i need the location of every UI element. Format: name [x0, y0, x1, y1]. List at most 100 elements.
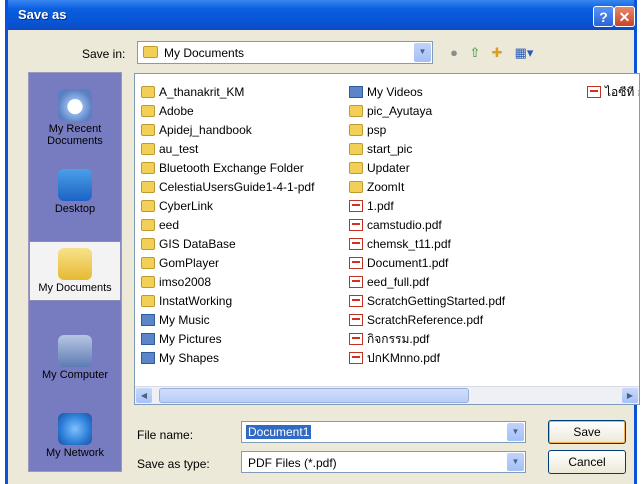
new-folder-icon[interactable]: ✚ [488, 44, 506, 62]
pdf-icon [349, 219, 363, 231]
file-column-1: A_thanakrit_KM Adobe Apidej_handbook au_… [141, 83, 314, 368]
scroll-right-icon[interactable]: ▶ [622, 388, 638, 403]
list-item[interactable]: My Pictures [141, 330, 314, 349]
save-as-dialog: Save as ? ✕ Save in: My Documents ▼ ● ⇧ … [5, 0, 640, 484]
file-name-value: Document1 [246, 425, 312, 439]
folder-icon [143, 46, 158, 58]
list-item[interactable]: กิจกรรม.pdf [349, 330, 505, 349]
file-name: GomPlayer [159, 256, 220, 270]
up-folder-icon[interactable]: ⇧ [466, 44, 484, 62]
list-item[interactable]: ZoomIt [349, 178, 505, 197]
save-as-type-dropdown[interactable]: PDF Files (*.pdf) ▼ [241, 451, 526, 473]
file-name: imso2008 [159, 275, 212, 289]
file-name: ZoomIt [367, 180, 405, 194]
pdf-icon [349, 276, 363, 288]
scroll-left-icon[interactable]: ◀ [136, 388, 152, 403]
pdf-icon [349, 314, 363, 326]
place-desktop[interactable]: Desktop [29, 169, 121, 215]
list-item[interactable]: InstatWorking [141, 292, 314, 311]
list-item[interactable]: psp [349, 121, 505, 140]
save-as-type-label: Save as type: [137, 457, 210, 471]
list-item[interactable]: Document1.pdf [349, 254, 505, 273]
file-name: ScratchReference.pdf [367, 313, 484, 327]
close-icon: ✕ [618, 9, 631, 25]
list-item[interactable]: ScratchGettingStarted.pdf [349, 292, 505, 311]
file-list[interactable]: A_thanakrit_KM Adobe Apidej_handbook au_… [134, 73, 640, 405]
pictures-folder-icon [141, 333, 155, 345]
chevron-down-icon[interactable]: ▼ [507, 453, 524, 471]
list-item[interactable]: eed [141, 216, 314, 235]
folder-icon [141, 143, 155, 155]
place-label: My Recent [48, 123, 102, 135]
folder-icon [141, 295, 155, 307]
place-my-recent-documents[interactable]: My Recent Documents [29, 89, 121, 147]
place-label: Desktop [54, 203, 96, 215]
folder-icon [141, 181, 155, 193]
list-item[interactable]: Apidej_handbook [141, 121, 314, 140]
file-name-label: File name: [137, 428, 194, 442]
cancel-button[interactable]: Cancel [548, 450, 626, 474]
chevron-down-icon[interactable]: ▼ [507, 423, 524, 441]
scroll-thumb[interactable] [159, 388, 469, 403]
list-item[interactable]: ไอซีที กับ ก [587, 83, 639, 102]
file-name: My Pictures [159, 332, 222, 346]
folder-icon [141, 124, 155, 136]
list-item[interactable]: ปกKMnno.pdf [349, 349, 505, 368]
file-name: CyberLink [159, 199, 214, 213]
list-item[interactable]: GomPlayer [141, 254, 314, 273]
place-label: My Computer [41, 369, 109, 381]
save-in-value: My Documents [164, 46, 245, 60]
list-item[interactable]: CyberLink [141, 197, 314, 216]
list-item[interactable]: Bluetooth Exchange Folder [141, 159, 314, 178]
list-item[interactable]: A_thanakrit_KM [141, 83, 314, 102]
folder-icon [141, 105, 155, 117]
file-name: My Shapes [159, 351, 220, 365]
list-item[interactable]: My Shapes [141, 349, 314, 368]
folder-icon [349, 162, 363, 174]
file-name: psp [367, 123, 387, 137]
save-in-dropdown[interactable]: My Documents ▼ [137, 41, 433, 64]
file-name: chemsk_t11.pdf [367, 237, 451, 251]
my-documents-icon [58, 248, 92, 280]
list-item[interactable]: GIS DataBase [141, 235, 314, 254]
list-item[interactable]: Updater [349, 159, 505, 178]
close-button[interactable]: ✕ [614, 6, 635, 27]
list-item[interactable]: pic_Ayutaya [349, 102, 505, 121]
place-label-2: Documents [47, 135, 103, 147]
title-bar[interactable]: Save as ? ✕ [8, 0, 635, 30]
list-item[interactable]: Adobe [141, 102, 314, 121]
list-item[interactable]: start_pic [349, 140, 505, 159]
list-item[interactable]: camstudio.pdf [349, 216, 505, 235]
place-my-documents[interactable]: My Documents [29, 241, 121, 301]
list-item[interactable]: My Music [141, 311, 314, 330]
list-item[interactable]: ScratchReference.pdf [349, 311, 505, 330]
file-name-input[interactable]: Document1 ▼ [241, 421, 526, 443]
list-item[interactable]: eed_full.pdf [349, 273, 505, 292]
file-column-2: My Videos pic_Ayutaya psp start_pic Upda… [349, 83, 505, 368]
music-folder-icon [141, 314, 155, 326]
place-my-network[interactable]: My Network [29, 413, 121, 459]
list-item[interactable]: My Videos [349, 83, 505, 102]
file-column-3: ไอซีที กับ ก [587, 83, 639, 102]
help-button[interactable]: ? [593, 6, 614, 27]
list-item[interactable]: 1.pdf [349, 197, 505, 216]
folder-icon [141, 238, 155, 250]
list-item[interactable]: imso2008 [141, 273, 314, 292]
places-bar: My Recent Documents Desktop My Documents… [28, 72, 122, 472]
place-my-computer[interactable]: My Computer [29, 335, 121, 381]
save-as-type-value: PDF Files (*.pdf) [248, 456, 337, 470]
horizontal-scrollbar[interactable]: ◀ ▶ [135, 386, 639, 404]
file-name: au_test [159, 142, 199, 156]
back-icon[interactable]: ● [445, 44, 463, 62]
list-item[interactable]: chemsk_t11.pdf [349, 235, 505, 254]
view-menu-icon[interactable]: ▦▾ [511, 44, 537, 62]
save-button[interactable]: Save [548, 420, 626, 444]
chevron-down-icon[interactable]: ▼ [414, 43, 431, 62]
place-label: My Network [45, 447, 105, 459]
list-item[interactable]: CelestiaUsersGuide1-4-1-pdf [141, 178, 314, 197]
pdf-icon [349, 238, 363, 250]
list-item[interactable]: au_test [141, 140, 314, 159]
shapes-folder-icon [141, 352, 155, 364]
folder-icon [349, 143, 363, 155]
help-icon: ? [599, 9, 608, 25]
